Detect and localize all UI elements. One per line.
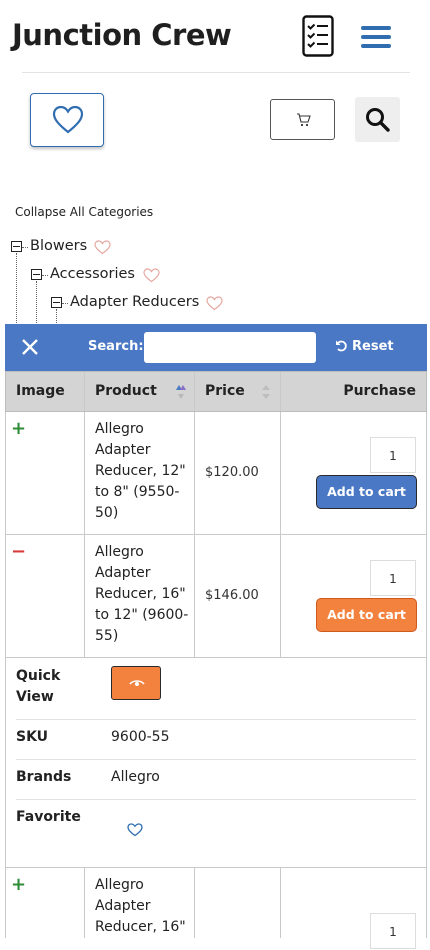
checklist-icon[interactable] <box>302 15 334 57</box>
reset-button[interactable]: Reset <box>335 339 394 354</box>
tree-connector <box>22 247 28 248</box>
cart-icon <box>297 113 311 127</box>
table-row: + Allegro Adapter Reducer, 12" to 8" (95… <box>5 412 427 535</box>
quick-view-label: Quick View <box>16 668 61 705</box>
eye-icon <box>129 680 145 686</box>
category-blowers[interactable]: Blowers <box>30 238 87 254</box>
tree-connector <box>62 303 68 304</box>
collapse-row-icon[interactable]: − <box>11 541 26 562</box>
expand-row-icon[interactable]: + <box>11 874 26 895</box>
collapse-all-categories-link[interactable]: Collapse All Categories <box>15 205 153 219</box>
close-icon[interactable] <box>20 337 40 357</box>
tree-connector <box>42 275 48 276</box>
search-input[interactable] <box>144 332 316 363</box>
heart-icon[interactable] <box>143 268 160 283</box>
search-button[interactable] <box>355 97 400 142</box>
tree-guide-line <box>56 309 57 325</box>
header-divider <box>22 72 410 73</box>
site-header: Junction Crew <box>0 0 430 72</box>
heart-icon[interactable] <box>206 296 223 311</box>
favorite-label: Favorite <box>16 809 81 825</box>
product-price: $120.00 <box>205 465 259 480</box>
tree-guide-line <box>36 281 37 325</box>
quantity-input[interactable]: 1 <box>370 437 416 473</box>
brands-label: Brands <box>16 769 72 785</box>
product-name[interactable]: Allegro Adapter Reducer, 12" to 8" (9550… <box>95 419 195 524</box>
quick-view-button[interactable] <box>111 666 161 700</box>
sort-icon[interactable] <box>173 383 189 401</box>
reset-label: Reset <box>352 339 394 354</box>
brand-logo[interactable]: Junction Crew <box>12 18 232 52</box>
reset-icon <box>336 340 347 352</box>
category-adapter-reducers[interactable]: Adapter Reducers <box>70 294 199 310</box>
table-row: + Allegro Adapter Reducer, 16" 1 <box>5 868 427 949</box>
table-header: Image Product Price Purchase <box>5 371 427 412</box>
favorites-button[interactable] <box>30 93 104 147</box>
product-price: $146.00 <box>205 588 259 603</box>
expand-row-icon[interactable]: + <box>11 418 26 439</box>
col-header-product[interactable]: Product <box>95 372 157 411</box>
brands-value[interactable]: Allegro <box>111 769 160 785</box>
sku-value: 9600-55 <box>111 729 170 745</box>
search-label: Search: <box>88 339 144 354</box>
cart-button[interactable] <box>270 99 335 140</box>
sku-label: SKU <box>16 729 49 745</box>
collapse-toggle[interactable] <box>31 269 42 280</box>
collapse-toggle[interactable] <box>11 241 22 252</box>
add-to-cart-button[interactable]: Add to cart <box>316 475 417 509</box>
sort-icon[interactable] <box>260 383 272 401</box>
quantity-input[interactable]: 1 <box>370 913 416 949</box>
col-header-image: Image <box>16 383 65 399</box>
heart-icon[interactable] <box>94 240 111 255</box>
category-accessories[interactable]: Accessories <box>50 266 135 282</box>
heart-icon <box>52 105 84 134</box>
collapse-toggle[interactable] <box>51 297 62 308</box>
row-detail-panel: Quick View SKU 9600-55 Brands Allegro Fa… <box>5 658 427 868</box>
add-to-cart-button[interactable]: Add to cart <box>316 598 417 632</box>
table-toolbar: Search: Reset <box>5 324 427 371</box>
hamburger-menu-icon[interactable] <box>361 26 391 48</box>
col-header-purchase: Purchase <box>343 383 416 399</box>
product-name[interactable]: Allegro Adapter Reducer, 16" <box>95 875 195 938</box>
product-name[interactable]: Allegro Adapter Reducer, 16" to 12" (960… <box>95 542 195 647</box>
table-row: − Allegro Adapter Reducer, 16" to 12" (9… <box>5 535 427 658</box>
col-header-price[interactable]: Price <box>205 372 245 411</box>
tree-guide-line <box>16 253 17 325</box>
quantity-input[interactable]: 1 <box>370 560 416 596</box>
heart-icon[interactable] <box>127 823 143 837</box>
search-icon <box>366 108 390 132</box>
